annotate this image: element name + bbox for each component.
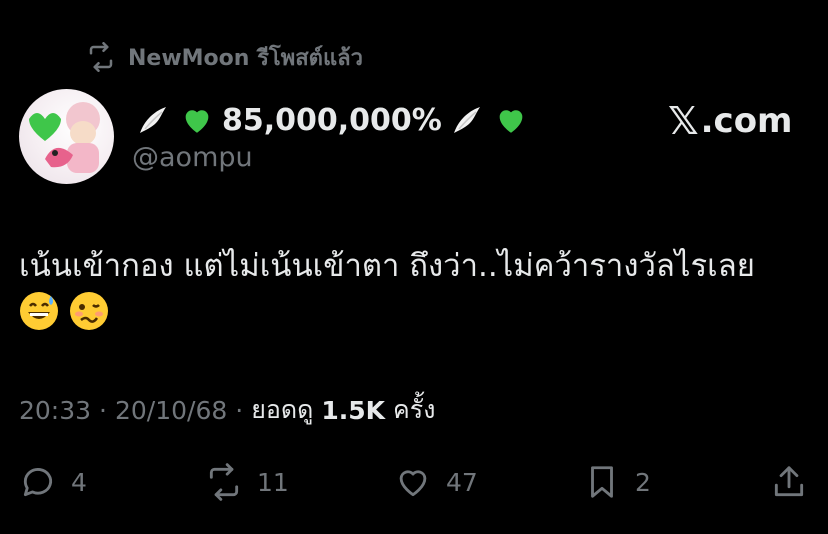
author-handle[interactable]: @aompu: [132, 142, 253, 173]
avatar-image: [29, 102, 100, 173]
share-button[interactable]: [770, 460, 808, 504]
meta-separator: ·: [235, 395, 244, 425]
wing-emoji: [134, 101, 172, 139]
wing-emoji: [448, 101, 486, 139]
like-count: 47: [446, 467, 478, 497]
heart-icon: [399, 470, 427, 497]
repost-icon: [89, 42, 113, 72]
action-bar: 4 11 47 2: [0, 460, 828, 504]
bookmark-count: 2: [635, 467, 651, 497]
reply-button[interactable]: 4: [19, 460, 87, 504]
repost-count: 11: [257, 467, 289, 497]
views-count[interactable]: 1.5K: [321, 396, 385, 425]
tweet-emojis: [18, 290, 110, 336]
green-heart-emoji: [492, 101, 530, 139]
like-button[interactable]: 47: [394, 460, 478, 504]
display-name[interactable]: 85,000,000%: [134, 100, 530, 140]
reply-count: 4: [71, 467, 87, 497]
woozy-face-emoji: [68, 290, 110, 336]
meta-separator: ·: [99, 395, 107, 425]
share-icon: [774, 466, 804, 497]
repost-button[interactable]: 11: [205, 460, 289, 504]
views-suffix: ครั้ง: [393, 395, 436, 424]
display-name-text: 85,000,000%: [222, 102, 442, 138]
reply-icon: [23, 468, 53, 497]
repost-indicator[interactable]: NewMoon รีโพสต์แล้ว: [86, 40, 363, 74]
brand-suffix: .com: [700, 101, 793, 141]
green-heart-emoji: [178, 101, 216, 139]
x-com-watermark: 𝕏 .com: [668, 99, 793, 143]
bookmark-icon: [591, 466, 613, 498]
tweet-text: เน้นเข้ากอง แต่ไม่เน้นเข้าตา ถึงว่า..ไม่…: [19, 248, 755, 284]
bookmark-button[interactable]: 2: [583, 460, 651, 504]
repost-label: NewMoon รีโพสต์แล้ว: [128, 45, 363, 71]
x-logo-icon: 𝕏: [668, 99, 699, 143]
avatar[interactable]: [19, 89, 114, 184]
tweet-meta: 20:33 · 20/10/68 · ยอดดู 1.5K ครั้ง: [19, 392, 435, 428]
tweet-time[interactable]: 20:33: [19, 396, 91, 425]
grinning-sweat-emoji: [18, 290, 60, 336]
views-prefix: ยอดดู: [251, 395, 314, 424]
repost-icon: [209, 463, 239, 501]
tweet-date[interactable]: 20/10/68: [115, 396, 227, 425]
